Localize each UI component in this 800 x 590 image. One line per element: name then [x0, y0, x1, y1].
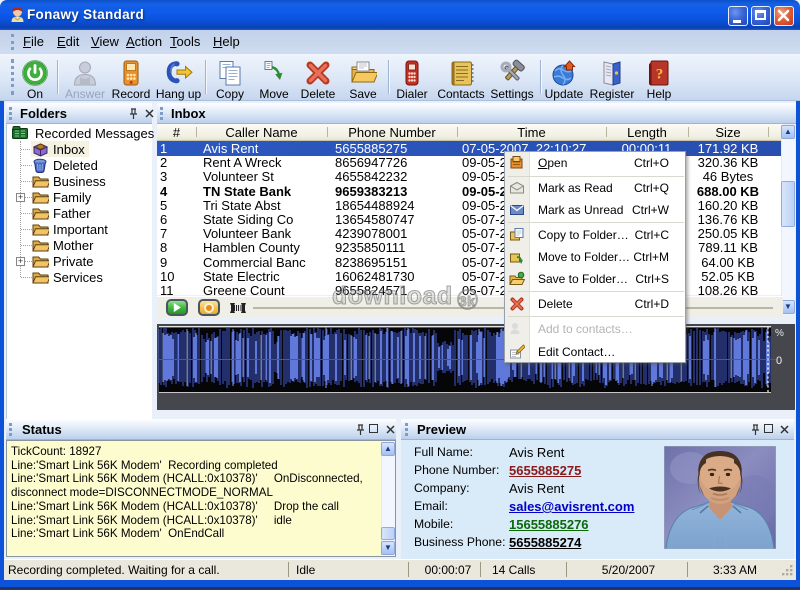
svg-text:%: %	[775, 328, 784, 339]
svg-text:?: ?	[656, 66, 664, 82]
svg-text:0: 0	[776, 355, 782, 367]
